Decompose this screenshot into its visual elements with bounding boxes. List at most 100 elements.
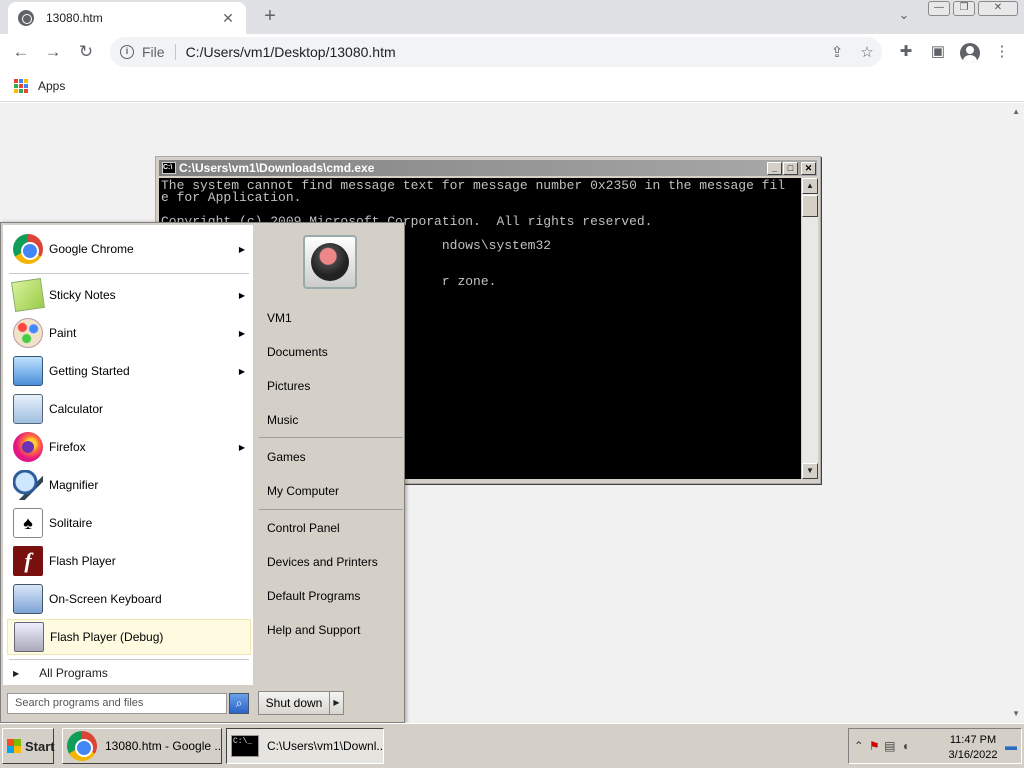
share-icon[interactable]: ⇪	[822, 43, 852, 61]
page-scroll-down-icon[interactable]: ▼	[1012, 709, 1020, 718]
tab-strip: 13080.htm ✕ + ⌄ — ❐ ✕	[0, 0, 1024, 34]
start-item-label: Firefox	[49, 440, 86, 454]
profile-icon[interactable]	[960, 43, 980, 63]
all-programs-label: All Programs	[39, 666, 108, 680]
shutdown-options-arrow-icon[interactable]: ▶	[329, 692, 343, 714]
submenu-arrow-icon: ▶	[238, 244, 245, 254]
link-games[interactable]: Games	[267, 450, 306, 464]
taskbar-clock[interactable]: 11:47 PM 3/16/2022	[940, 733, 1006, 763]
clock-time: 11:47 PM	[949, 734, 997, 746]
apps-icon[interactable]	[14, 78, 28, 93]
reload-icon[interactable]: ↻	[74, 40, 98, 64]
all-programs-arrow-icon: ▶	[13, 668, 20, 678]
search-icon[interactable]: ⌕	[229, 693, 249, 714]
windows-logo-icon	[7, 739, 21, 753]
divider	[9, 659, 249, 660]
start-item-calculator[interactable]: Calculator	[7, 391, 251, 427]
new-tab-button[interactable]: +	[258, 4, 282, 28]
network-icon[interactable]: ▤	[884, 739, 896, 753]
all-programs-button[interactable]: ▶ All Programs	[3, 661, 253, 685]
link-default-programs[interactable]: Default Programs	[267, 589, 360, 603]
cmd-icon: C:\_	[231, 735, 259, 757]
menu-icon[interactable]: ⋮	[990, 40, 1014, 64]
magnifier-icon	[13, 470, 43, 500]
cmd-maximize-button[interactable]: □	[783, 162, 798, 175]
back-icon[interactable]: ←	[9, 40, 33, 64]
start-menu-places: VM1 Documents Pictures Music Games My Co…	[255, 225, 404, 685]
page-scroll-up-icon[interactable]: ▲	[1012, 107, 1020, 116]
start-item-getting-started[interactable]: Getting Started ▶	[7, 353, 251, 389]
close-window-button[interactable]: ✕	[978, 1, 1018, 16]
shutdown-button[interactable]: Shut down ▶	[258, 691, 344, 715]
start-item-label: Flash Player	[49, 554, 116, 568]
paint-icon	[13, 318, 43, 348]
cmd-scrollbar[interactable]: ▲ ▼	[802, 178, 818, 479]
start-item-google-chrome[interactable]: Google Chrome ▶	[7, 231, 251, 267]
start-search-input[interactable]: Search programs and files	[7, 693, 227, 714]
scroll-down-arrow-icon[interactable]: ▼	[802, 463, 818, 479]
submenu-arrow-icon: ▶	[238, 366, 245, 376]
side-panel-icon[interactable]: ▣	[926, 40, 950, 64]
submenu-arrow-icon: ▶	[238, 290, 245, 300]
flash-debug-icon	[14, 622, 44, 652]
forward-icon[interactable]: →	[41, 40, 65, 64]
link-control-panel[interactable]: Control Panel	[267, 521, 340, 535]
link-help-and-support[interactable]: Help and Support	[267, 623, 360, 637]
link-devices-and-printers[interactable]: Devices and Printers	[267, 555, 378, 569]
show-hidden-icons-icon[interactable]: ⌃	[853, 739, 865, 753]
sticky-notes-icon	[11, 278, 45, 312]
address-bar[interactable]: i File C:/Users/vm1/Desktop/13080.htm ⇪ …	[110, 37, 882, 67]
start-item-paint[interactable]: Paint ▶	[7, 315, 251, 351]
start-item-sticky-notes[interactable]: Sticky Notes ▶	[7, 277, 251, 313]
browser-toolbar: ← → ↻ i File C:/Users/vm1/Desktop/13080.…	[0, 34, 1024, 70]
link-pictures[interactable]: Pictures	[267, 379, 310, 393]
info-icon[interactable]: i	[120, 45, 134, 59]
start-item-on-screen-keyboard[interactable]: On-Screen Keyboard	[7, 581, 251, 617]
cmd-close-button[interactable]: ✕	[801, 162, 816, 175]
cmd-title-bar[interactable]: C:\ C:\Users\vm1\Downloads\cmd.exe _ □ ✕	[159, 160, 817, 176]
cmd-icon: C:\	[162, 162, 176, 174]
minimize-window-button[interactable]: —	[928, 1, 950, 16]
clock-date: 3/16/2022	[948, 749, 998, 761]
divider	[9, 273, 249, 274]
start-item-label: Paint	[49, 326, 77, 340]
action-center-flag-icon[interactable]: ⚑	[869, 739, 881, 753]
cmd-title: C:\Users\vm1\Downloads\cmd.exe	[179, 161, 375, 175]
bookmarks-bar: Apps	[0, 70, 1024, 102]
start-item-magnifier[interactable]: Magnifier	[7, 467, 251, 503]
tab-search-icon[interactable]: ⌄	[894, 7, 914, 27]
cmd-line: e for Application.	[161, 190, 302, 205]
taskbar-button-chrome[interactable]: 13080.htm - Google ...	[62, 728, 222, 764]
calculator-icon	[13, 394, 43, 424]
browser-tab[interactable]: 13080.htm ✕	[8, 2, 246, 34]
start-item-label: On-Screen Keyboard	[49, 592, 162, 606]
volume-icon[interactable]: ◖	[900, 739, 912, 753]
extensions-icon[interactable]: ✚	[894, 40, 918, 64]
restore-window-button[interactable]: ❐	[953, 1, 975, 16]
user-avatar[interactable]	[303, 235, 357, 289]
link-my-computer[interactable]: My Computer	[267, 484, 339, 498]
start-item-solitaire[interactable]: ♠ Solitaire	[7, 505, 251, 541]
show-desktop-icon[interactable]: ▬	[1005, 739, 1017, 753]
start-button[interactable]: Start	[2, 728, 55, 764]
url-text[interactable]: C:/Users/vm1/Desktop/13080.htm	[186, 44, 822, 60]
taskbar-button-cmd[interactable]: C:\_ C:\Users\vm1\Downl...	[226, 728, 384, 764]
close-tab-icon[interactable]: ✕	[220, 10, 236, 27]
start-item-label: Flash Player (Debug)	[50, 630, 164, 644]
link-vm1[interactable]: VM1	[267, 311, 292, 325]
start-item-flash-player-debug[interactable]: Flash Player (Debug)	[7, 619, 251, 655]
apps-bookmark[interactable]: Apps	[38, 79, 65, 93]
start-item-flash-player[interactable]: f Flash Player	[7, 543, 251, 579]
scroll-up-arrow-icon[interactable]: ▲	[802, 178, 818, 194]
start-item-label: Solitaire	[49, 516, 93, 530]
scroll-thumb[interactable]	[802, 195, 818, 217]
firefox-icon	[13, 432, 43, 462]
start-item-label: Google Chrome	[49, 242, 134, 256]
link-documents[interactable]: Documents	[267, 345, 328, 359]
star-icon[interactable]: ☆	[852, 43, 882, 61]
cmd-minimize-button[interactable]: _	[767, 162, 782, 175]
submenu-arrow-icon: ▶	[238, 442, 245, 452]
submenu-arrow-icon: ▶	[238, 328, 245, 338]
link-music[interactable]: Music	[267, 413, 298, 427]
start-item-firefox[interactable]: Firefox ▶	[7, 429, 251, 465]
